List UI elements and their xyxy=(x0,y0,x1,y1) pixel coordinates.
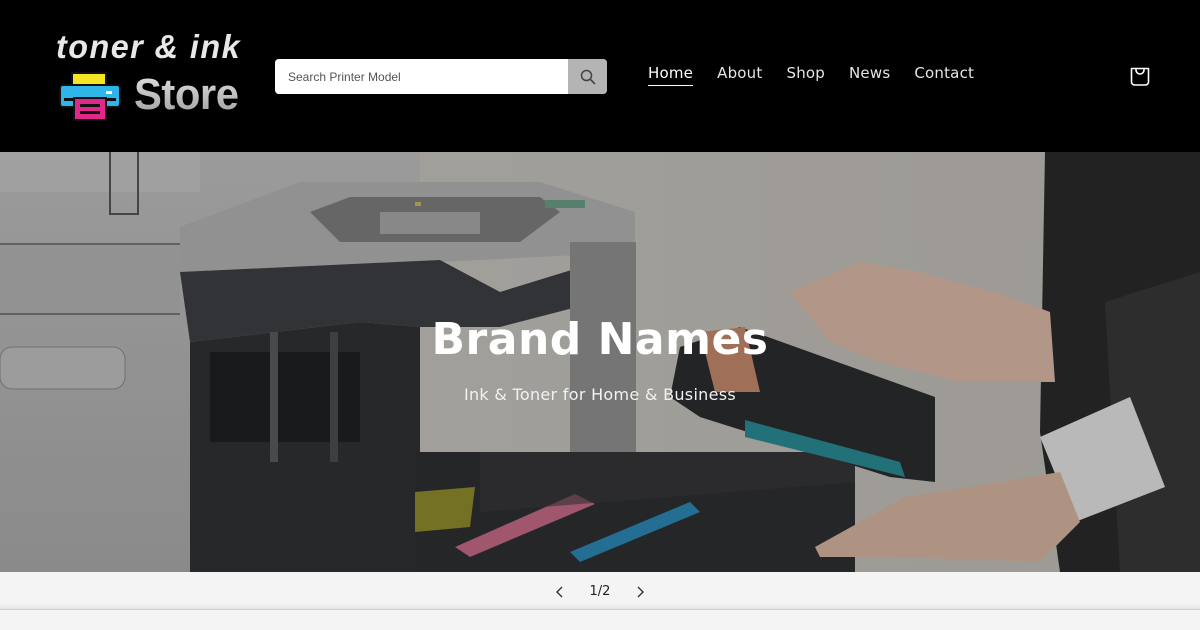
previous-slide-button[interactable] xyxy=(550,582,570,602)
hero-title: Brand Names xyxy=(431,314,769,365)
cart-button[interactable] xyxy=(1128,64,1152,88)
slide-counter: 1/2 xyxy=(589,584,611,599)
site-header: toner & ink Store Home About Shop News C… xyxy=(0,0,1200,152)
slideshow-controls: 1/2 xyxy=(0,572,1200,610)
nav-contact[interactable]: Contact xyxy=(914,64,974,86)
nav-news[interactable]: News xyxy=(849,64,890,86)
logo-text-store: Store xyxy=(134,70,239,119)
shopping-bag-icon xyxy=(1130,67,1150,86)
search-input[interactable] xyxy=(275,59,569,94)
printer-logo-icon xyxy=(59,72,121,121)
search-button[interactable] xyxy=(568,59,607,94)
nav-about[interactable]: About xyxy=(717,64,762,86)
next-slide-button[interactable] xyxy=(630,582,650,602)
chevron-right-icon xyxy=(637,586,644,598)
store-logo[interactable]: toner & ink Store xyxy=(52,28,262,124)
nav-home[interactable]: Home xyxy=(648,64,694,86)
main-nav: Home About Shop News Contact xyxy=(648,64,974,86)
page-content-start xyxy=(0,611,1200,630)
search-icon xyxy=(580,69,595,84)
hero-slide: Brand Names Ink & Toner for Home & Busin… xyxy=(0,152,1200,572)
search-form xyxy=(275,59,607,94)
chevron-left-icon xyxy=(556,586,563,598)
nav-shop[interactable]: Shop xyxy=(786,64,825,86)
logo-text-top: toner & ink xyxy=(56,28,242,65)
hero-subtitle: Ink & Toner for Home & Business xyxy=(463,385,737,404)
